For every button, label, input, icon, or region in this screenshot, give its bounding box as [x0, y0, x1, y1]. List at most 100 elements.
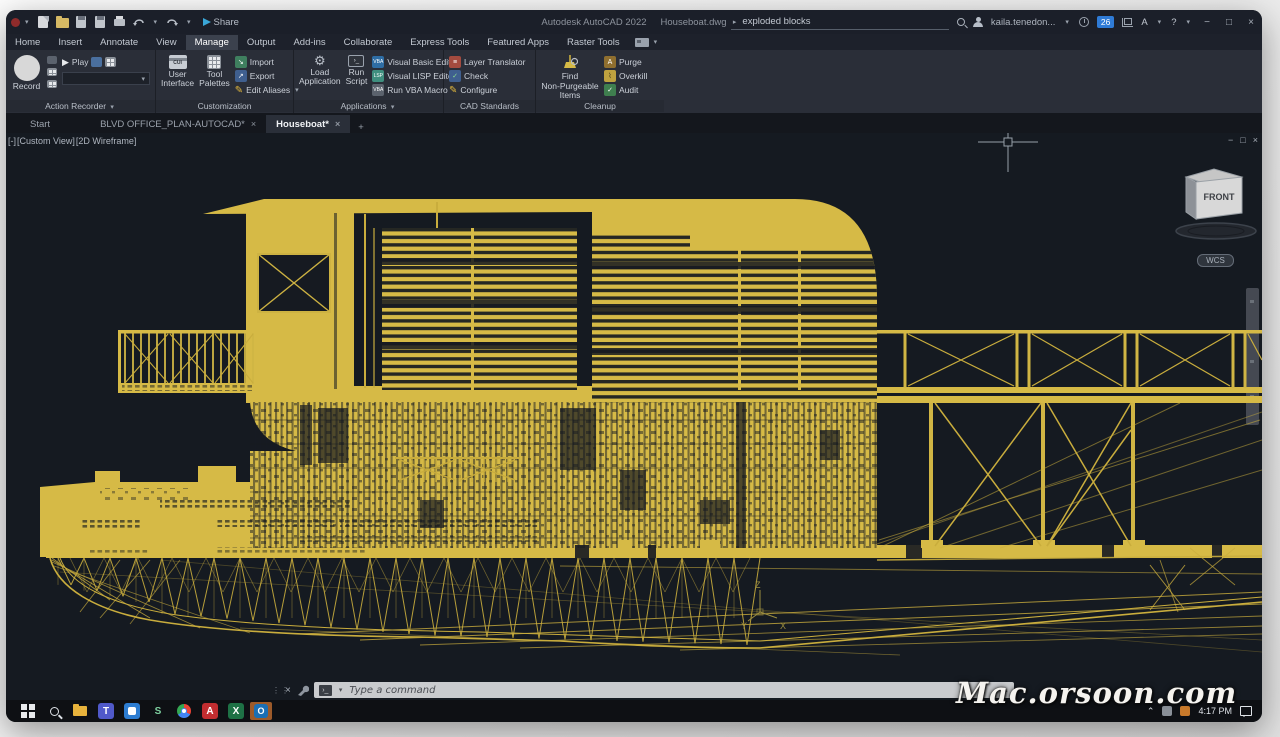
new-tab-button[interactable]: + [358, 122, 364, 133]
chrome-button[interactable] [176, 703, 192, 719]
tab-featured-apps[interactable]: Featured Apps [478, 35, 558, 50]
save-as-icon[interactable] [94, 16, 107, 28]
panel-title-cleanup[interactable]: Cleanup [536, 100, 664, 112]
action-manager-icon[interactable] [105, 57, 116, 67]
close-tab-icon[interactable]: × [251, 119, 256, 129]
tab-view[interactable]: View [147, 35, 185, 50]
help-caret-icon[interactable]: ▾ [1186, 18, 1190, 26]
tab-blvd-office-plan[interactable]: BLVD OFFICE_PLAN-AUTOCAD* × [90, 115, 266, 133]
autodesk-a-caret-icon[interactable]: ▾ [1158, 18, 1162, 26]
customize-wrench-icon[interactable] [296, 684, 309, 697]
store-cart-icon[interactable] [1122, 18, 1133, 27]
minimize-button[interactable]: − [1200, 17, 1214, 28]
tab-manage[interactable]: Manage [186, 35, 238, 50]
insert-input-icon[interactable] [47, 68, 57, 76]
visual-style-menu[interactable]: [2D Wireframe] [76, 136, 137, 146]
save-icon[interactable] [75, 16, 88, 28]
load-application-button[interactable]: ⚙ Load Application [299, 53, 341, 100]
restore-button[interactable]: □ [1222, 17, 1236, 28]
viewcube[interactable]: FRONT [1172, 161, 1262, 257]
app-menu-caret-icon[interactable]: ▾ [25, 18, 29, 26]
tab-raster-tools[interactable]: Raster Tools [558, 35, 629, 50]
layer-translator-button[interactable]: ≡ Layer Translator [449, 56, 525, 68]
view-controls-menu[interactable]: [Custom View] [17, 136, 75, 146]
undo-caret-icon[interactable]: ▾ [154, 18, 158, 26]
share-button[interactable]: Share [203, 17, 239, 28]
trial-clock-icon[interactable] [1079, 17, 1089, 27]
collapsed-palette-tab[interactable] [1246, 288, 1259, 425]
user-interface-button[interactable]: CUI User Interface [161, 53, 194, 100]
play-macro-icon[interactable] [91, 57, 102, 67]
s-app-button[interactable]: S [150, 703, 166, 719]
outlook-active-tile[interactable]: O [250, 702, 272, 720]
file-explorer-button[interactable] [72, 703, 88, 719]
plot-icon[interactable] [113, 16, 126, 28]
panel-title-customization[interactable]: Customization [156, 100, 293, 112]
drawing-restore-button[interactable]: □ [1240, 135, 1245, 145]
purge-icon: A [604, 56, 616, 68]
search-icon[interactable] [957, 18, 965, 26]
command-close-icon[interactable]: × [285, 685, 291, 696]
close-tab-icon[interactable]: × [335, 119, 340, 129]
record-button[interactable]: Record [11, 53, 42, 100]
overkill-button[interactable]: ⌇ Overkill [604, 70, 647, 82]
tab-add-ins[interactable]: Add-ins [284, 35, 334, 50]
tab-collaborate[interactable]: Collaborate [335, 35, 402, 50]
preference-icon[interactable] [47, 80, 57, 88]
tab-houseboat[interactable]: Houseboat* × [266, 115, 350, 133]
user-name[interactable]: kaila.tenedon... [991, 17, 1055, 28]
redo-caret-icon[interactable]: ▾ [187, 18, 191, 26]
undo-icon[interactable] [132, 16, 146, 28]
drawing-close-button[interactable]: × [1253, 135, 1258, 145]
drawing-canvas[interactable]: Z Y X [-] [Custom View] [2D Wireframe] −… [6, 133, 1262, 700]
start-button[interactable] [20, 703, 36, 719]
autodesk-a-button[interactable]: A [1141, 17, 1147, 28]
help-button[interactable]: ? [1171, 17, 1176, 28]
teams-button[interactable]: T [98, 703, 114, 719]
find-non-purgeable-button[interactable]: Find Non-Purgeable Items [541, 53, 599, 100]
configure-button[interactable]: ✎ Configure [449, 84, 525, 96]
insert-message-icon[interactable] [47, 56, 57, 64]
ribbon-display-button[interactable]: ▾ [635, 38, 660, 47]
tab-home[interactable]: Home [6, 35, 49, 50]
app-menu-icon[interactable] [11, 18, 20, 27]
panel-title-action-recorder[interactable]: Action Recorder ▾ [6, 100, 155, 112]
tab-annotate[interactable]: Annotate [91, 35, 147, 50]
outlook-button[interactable]: O [254, 704, 268, 718]
redo-icon[interactable] [165, 16, 179, 28]
tool-palettes-button[interactable]: Tool Palettes [199, 53, 230, 100]
open-file-icon[interactable] [56, 16, 69, 28]
taskbar-search-button[interactable] [46, 703, 62, 719]
tab-output[interactable]: Output [238, 35, 285, 50]
check-button[interactable]: ✓ Check [449, 70, 525, 82]
audit-button[interactable]: ✓ Audit [604, 84, 647, 96]
excel-button[interactable]: X [228, 703, 244, 719]
command-input-bar[interactable]: ›_ ▾ Type a command ▲ [314, 682, 1014, 698]
panel-title-cad-standards[interactable]: CAD Standards [444, 100, 535, 112]
run-script-button[interactable]: ›_ Run Script [346, 53, 368, 100]
import-button[interactable]: ↘ Import [235, 56, 301, 68]
search-input-value[interactable]: exploded blocks [742, 16, 810, 27]
wcs-button[interactable]: WCS [1197, 254, 1234, 267]
tab-express-tools[interactable]: Express Tools [401, 35, 478, 50]
autocad-taskbar-button[interactable]: A [202, 703, 218, 719]
user-caret-icon[interactable]: ▾ [1065, 18, 1069, 26]
search-history-icon[interactable]: ▸ [733, 18, 737, 26]
purge-button[interactable]: A Purge [604, 56, 647, 68]
trial-days-badge[interactable]: 26 [1097, 16, 1114, 28]
drawing-minimize-button[interactable]: − [1228, 135, 1233, 145]
tab-insert[interactable]: Insert [49, 35, 91, 50]
export-button[interactable]: ↗ Export [235, 70, 301, 82]
dock-drag-handle-icon[interactable]: ⋮⋮ [272, 688, 280, 693]
search-field[interactable]: ▸ exploded blocks [731, 15, 949, 30]
command-recent-caret-icon[interactable]: ▾ [339, 686, 343, 694]
chat-app-button[interactable] [124, 703, 140, 719]
panel-title-applications[interactable]: Applications ▾ [294, 100, 443, 112]
new-file-icon[interactable] [37, 16, 50, 28]
tab-start[interactable]: Start [20, 115, 60, 133]
play-button[interactable]: ▶ Play [62, 56, 150, 68]
edit-aliases-button[interactable]: ✎ Edit Aliases ▾ [235, 84, 301, 96]
viewport-controls-menu[interactable]: [-] [8, 136, 16, 146]
close-button[interactable]: × [1244, 17, 1258, 28]
action-macro-dropdown[interactable]: ▾ [62, 72, 150, 85]
